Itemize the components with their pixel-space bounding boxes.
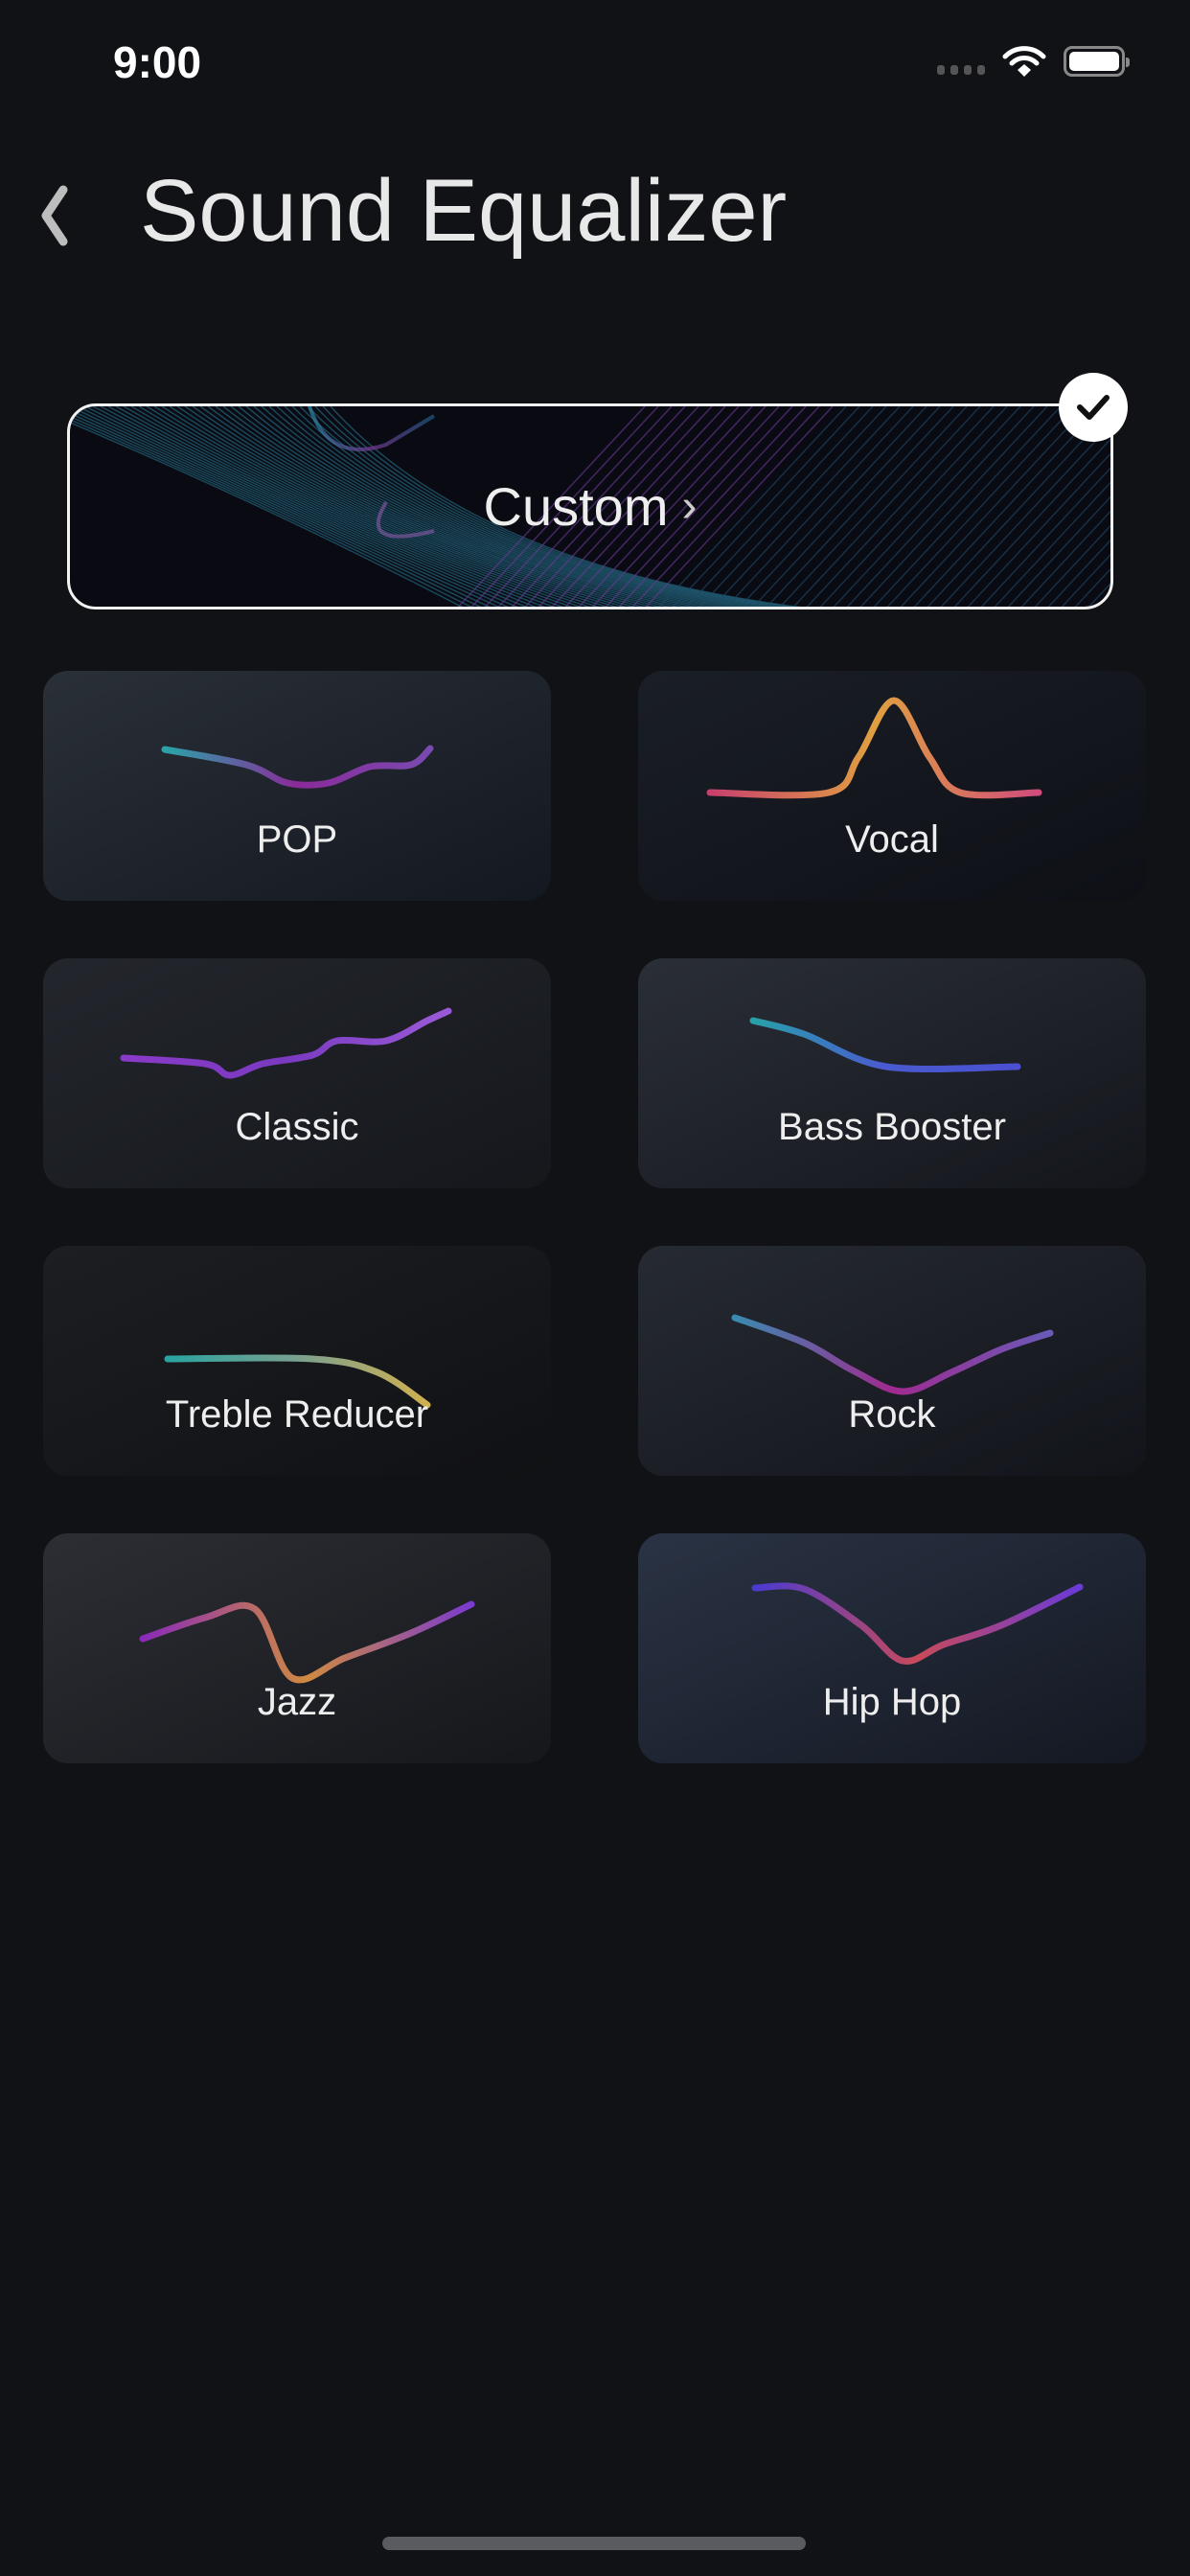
preset-card-hip-hop[interactable]: Hip Hop <box>638 1533 1146 1763</box>
preset-label: Rock <box>848 1393 936 1436</box>
signal-icon <box>937 65 985 75</box>
preset-label: POP <box>256 818 338 861</box>
checkmark-icon <box>1077 395 1110 420</box>
selected-check-badge <box>1059 373 1128 442</box>
preset-background <box>43 1533 551 1763</box>
preset-background <box>638 1246 1146 1476</box>
status-time: 9:00 <box>113 37 202 87</box>
preset-background <box>43 958 551 1188</box>
preset-label: Classic <box>235 1106 359 1148</box>
chevron-right-icon: › <box>681 481 698 532</box>
preset-card-vocal[interactable]: Vocal <box>638 671 1146 901</box>
preset-card-classic[interactable]: Classic <box>43 958 551 1188</box>
wifi-icon <box>1002 46 1046 77</box>
preset-background <box>638 1533 1146 1763</box>
home-indicator[interactable] <box>382 2537 806 2550</box>
battery-icon <box>1064 46 1130 77</box>
preset-card-rock[interactable]: Rock <box>638 1246 1146 1476</box>
preset-label: Vocal <box>845 818 939 861</box>
preset-label: Treble Reducer <box>165 1393 429 1436</box>
preset-card-bass-booster[interactable]: Bass Booster <box>638 958 1146 1188</box>
preset-label: Bass Booster <box>778 1106 1006 1148</box>
back-button[interactable] <box>34 182 82 249</box>
preset-card-pop[interactable]: POP <box>43 671 551 901</box>
chevron-left-icon <box>41 185 68 246</box>
preset-label: Jazz <box>257 1681 337 1723</box>
preset-background <box>638 671 1146 901</box>
preset-card-treble-reducer[interactable]: Treble Reducer <box>43 1246 551 1476</box>
custom-label: Custom <box>483 476 669 537</box>
custom-preset-card[interactable]: Custom › <box>67 403 1113 610</box>
preset-label: Hip Hop <box>822 1681 962 1723</box>
page-title: Sound Equalizer <box>140 162 788 260</box>
preset-background <box>43 1246 551 1476</box>
preset-background <box>638 958 1146 1188</box>
preset-card-jazz[interactable]: Jazz <box>43 1533 551 1763</box>
preset-background <box>43 671 551 901</box>
